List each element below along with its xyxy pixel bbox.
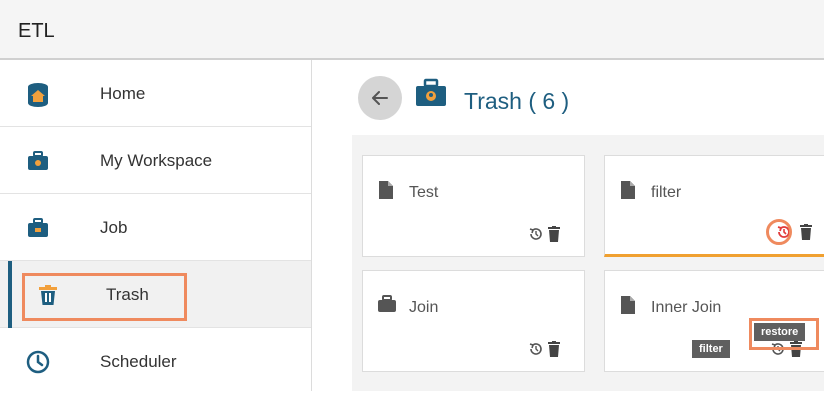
trash-briefcase-icon (414, 78, 448, 113)
trash-card-filter[interactable]: filter (604, 155, 824, 257)
home-icon (26, 82, 50, 107)
document-icon (377, 180, 395, 205)
card-name-tooltip: filter (692, 340, 730, 358)
sidebar: Home My Workspace Job Trash Scheduler (0, 60, 312, 391)
document-icon (619, 180, 637, 205)
top-bar: ETL (0, 0, 824, 60)
main-content: Trash ( 6 ) Test filter Join Inner Join … (312, 60, 824, 391)
sidebar-item-trash[interactable]: Trash (0, 261, 311, 328)
card-name: Join (409, 299, 439, 316)
card-name: filter (651, 184, 682, 201)
card-name: Inner Join (651, 299, 722, 316)
arrow-left-icon (372, 91, 388, 105)
trash-card-test[interactable]: Test (362, 155, 585, 257)
sidebar-item-label: Job (100, 218, 128, 237)
delete-icon[interactable] (800, 224, 812, 245)
restore-icon[interactable] (528, 341, 544, 362)
trash-card-join[interactable]: Join (362, 270, 585, 372)
clock-icon (26, 350, 50, 374)
sidebar-item-my-workspace[interactable]: My Workspace (0, 127, 311, 194)
highlight-box (22, 273, 187, 321)
card-grid: Test filter Join Inner Join filter resto… (352, 135, 824, 391)
highlight-ring (766, 219, 792, 245)
workspace-briefcase-icon (26, 149, 50, 173)
sidebar-item-job[interactable]: Job (0, 194, 311, 261)
briefcase-icon (377, 295, 397, 318)
sidebar-item-scheduler[interactable]: Scheduler (0, 328, 311, 395)
app-title: ETL (18, 20, 55, 42)
sidebar-item-home[interactable]: Home (0, 60, 311, 127)
restore-icon[interactable] (528, 226, 544, 247)
restore-tooltip: restore (754, 323, 806, 341)
back-button[interactable] (358, 76, 402, 120)
delete-icon[interactable] (548, 226, 560, 247)
page-title: Trash ( 6 ) (464, 88, 570, 114)
document-icon (619, 295, 637, 320)
card-name: Test (409, 184, 439, 201)
sidebar-item-label: Scheduler (100, 352, 177, 371)
sidebar-item-label: My Workspace (100, 151, 213, 170)
job-briefcase-icon (26, 216, 50, 240)
delete-icon[interactable] (548, 341, 560, 362)
sidebar-item-label: Home (100, 84, 146, 103)
